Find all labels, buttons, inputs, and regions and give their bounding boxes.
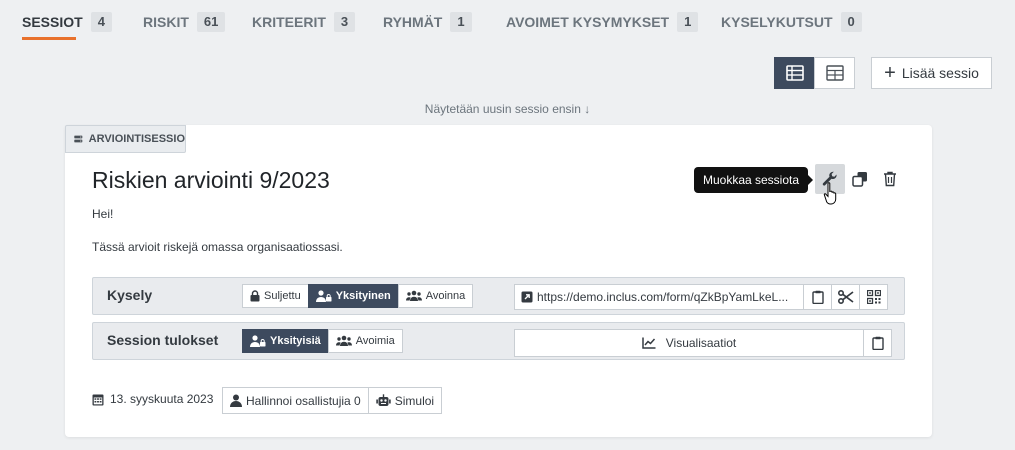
tab-label: AVOIMET KYSYMYKSET — [506, 14, 670, 30]
tab-label: KYSELYKUTSUT — [721, 14, 833, 30]
visualizations-group: Visualisaatiot — [514, 329, 892, 357]
session-description-text: Tässä arvioit riskejä omassa organisaati… — [92, 240, 343, 254]
session-date-text: 13. syyskuuta 2023 — [110, 392, 214, 406]
tab-open-questions[interactable]: AVOIMET KYSYMYKSET 1 — [506, 12, 699, 32]
clipboard-icon — [871, 336, 884, 350]
list-view-icon — [785, 65, 804, 81]
table-view-button[interactable] — [814, 57, 855, 89]
user-lock-icon — [315, 290, 332, 302]
manage-participants-label: Hallinnoi osallistujia 0 — [246, 393, 361, 408]
line-chart-icon — [642, 337, 656, 349]
users-icon — [405, 290, 422, 301]
tab-count-badge: 3 — [333, 12, 356, 32]
results-access-toggle: Yksityisiä Avoimia — [242, 329, 403, 353]
copy-url-button[interactable] — [803, 284, 832, 310]
tab-count-badge: 61 — [196, 12, 226, 32]
survey-url-text: https://demo.inclus.com/form/qZkBpYamLke… — [537, 290, 789, 304]
tab-count-badge: 4 — [90, 12, 112, 32]
tab-count-badge: 1 — [450, 12, 472, 32]
trash-icon — [884, 171, 896, 187]
session-type-tag: ARVIOINTISESSIO — [65, 125, 186, 153]
visualizations-button[interactable]: Visualisaatiot — [514, 329, 864, 357]
plus-icon: + — [884, 62, 896, 84]
results-private-label: Yksityisiä — [270, 335, 321, 347]
tab-label: RYHMÄT — [383, 14, 443, 30]
simulate-button[interactable]: Simuloi — [367, 387, 443, 414]
tab-label: RISKIT — [143, 14, 189, 30]
user-lock-icon — [250, 335, 266, 347]
tab-groups[interactable]: RYHMÄT 1 — [383, 12, 472, 32]
survey-url-group: https://demo.inclus.com/form/qZkBpYamLke… — [514, 284, 888, 310]
session-title: Riskien arviointi 9/2023 — [92, 167, 330, 193]
manage-participants-button[interactable]: Hallinnoi osallistujia 0 — [222, 387, 369, 414]
tab-label: KRITEERIT — [252, 14, 326, 30]
visualizations-label: Visualisaatiot — [665, 336, 737, 350]
simulate-label: Simuloi — [394, 393, 435, 408]
survey-row: Kysely Suljettu Yksityinen Avoinna https… — [92, 277, 905, 315]
session-results-label: Session tulokset — [107, 332, 219, 348]
scissors-icon — [837, 290, 854, 304]
users-icon — [335, 335, 352, 346]
external-link-icon — [521, 291, 533, 303]
delete-session-button[interactable] — [875, 164, 905, 194]
server-icon — [74, 135, 83, 143]
copy-session-button[interactable] — [845, 164, 875, 194]
tab-risks[interactable]: RISKIT 61 — [143, 12, 226, 32]
survey-label: Kysely — [107, 287, 153, 303]
qr-code-icon — [866, 290, 881, 304]
add-session-label: Lisää sessio — [901, 65, 979, 81]
survey-closed-button[interactable]: Suljettu — [242, 284, 309, 308]
clipboard-icon — [811, 290, 824, 304]
survey-open-label: Avoinna — [425, 290, 466, 302]
copy-visualizations-button[interactable] — [863, 329, 892, 357]
session-footer-actions: Hallinnoi osallistujia 0 Simuloi — [222, 387, 443, 414]
tab-sessions[interactable]: SESSIOT 4 — [22, 12, 112, 32]
view-toggle — [774, 57, 855, 89]
pointer-cursor-icon — [823, 182, 837, 205]
robot-icon — [376, 394, 391, 406]
survey-open-button[interactable]: Avoinna — [397, 284, 474, 308]
survey-url-link[interactable]: https://demo.inclus.com/form/qZkBpYamLke… — [514, 284, 804, 310]
survey-closed-label: Suljettu — [264, 290, 301, 302]
copy-icon — [852, 172, 867, 187]
tab-label: SESSIOT — [22, 14, 83, 30]
results-open-button[interactable]: Avoimia — [327, 329, 403, 353]
session-results-row: Session tulokset Yksityisiä Avoimia Visu… — [92, 322, 905, 360]
tab-count-badge: 1 — [677, 12, 699, 32]
edit-session-tooltip: Muokkaa sessiota — [694, 167, 813, 193]
add-session-button[interactable]: + Lisää sessio — [871, 57, 992, 89]
qr-code-button[interactable] — [859, 284, 888, 310]
lock-icon — [250, 290, 260, 302]
results-open-label: Avoimia — [355, 335, 395, 347]
tab-criteria[interactable]: KRITEERIT 3 — [252, 12, 356, 32]
session-date: 13. syyskuuta 2023 — [92, 392, 213, 406]
tab-count-badge: 0 — [840, 12, 862, 32]
calendar-icon — [92, 394, 104, 405]
survey-private-label: Yksityinen — [335, 290, 391, 302]
tab-survey-invitations[interactable]: KYSELYKUTSUT 0 — [721, 12, 862, 32]
survey-private-button[interactable]: Yksityinen — [307, 284, 399, 308]
shorten-url-button[interactable] — [831, 284, 860, 310]
survey-access-toggle: Suljettu Yksityinen Avoinna — [242, 284, 474, 308]
active-tab-indicator — [22, 37, 76, 40]
user-icon — [230, 394, 242, 407]
session-description-greeting: Hei! — [92, 207, 114, 221]
session-type-label: ARVIOINTISESSIO — [88, 133, 185, 145]
list-view-button[interactable] — [774, 57, 815, 89]
results-private-button[interactable]: Yksityisiä — [242, 329, 329, 353]
session-card: ARVIOINTISESSIO Riskien arviointi 9/2023… — [65, 125, 932, 437]
table-view-icon — [825, 65, 844, 81]
sort-order-note: Näytetään uusin sessio ensin ↓ — [424, 102, 591, 116]
